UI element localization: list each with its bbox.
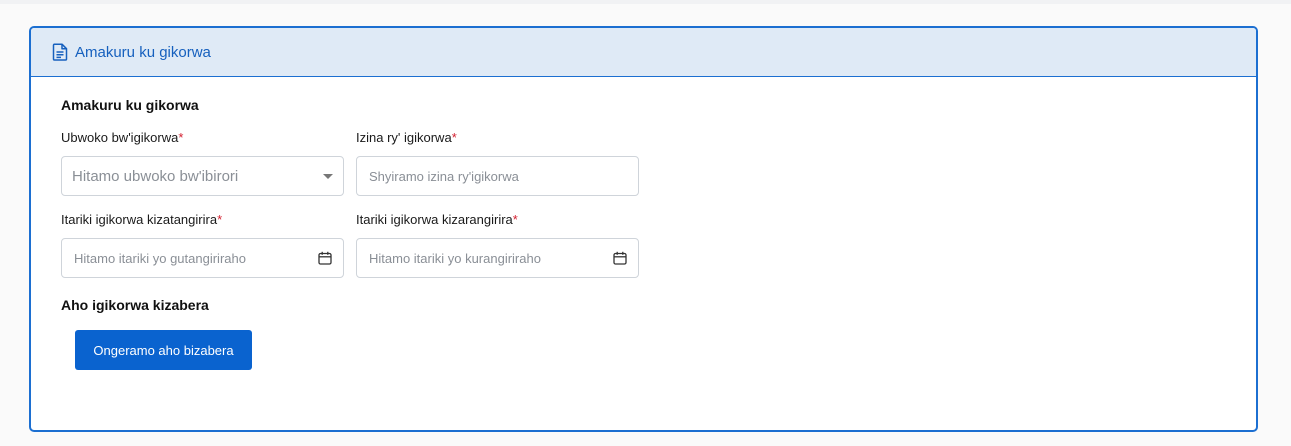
event-info-card: Amakuru ku gikorwa Amakuru ku gikorwa Ub…	[29, 26, 1258, 432]
end-date-label-text: Itariki igikorwa kizarangirira	[356, 212, 513, 227]
end-date-placeholder: Hitamo itariki yo kurangiriraho	[369, 250, 541, 266]
document-icon	[52, 43, 68, 61]
start-date-label: Itariki igikorwa kizatangirira*	[61, 212, 222, 227]
chevron-down-icon[interactable]	[323, 173, 333, 179]
card-header-title: Amakuru ku gikorwa	[75, 43, 211, 61]
calendar-icon[interactable]	[613, 251, 627, 265]
event-type-placeholder: Hitamo ubwoko bw'ibirori	[72, 167, 239, 185]
add-location-button[interactable]: Ongeramo aho bizabera	[75, 330, 252, 370]
calendar-icon[interactable]	[318, 251, 332, 265]
event-type-label: Ubwoko bw'igikorwa*	[61, 130, 183, 145]
event-type-select[interactable]: Hitamo ubwoko bw'ibirori	[61, 156, 344, 196]
location-section-title: Aho igikorwa kizabera	[61, 297, 209, 313]
required-mark: *	[178, 130, 184, 145]
required-mark: *	[512, 212, 518, 227]
card-header: Amakuru ku gikorwa	[31, 28, 1256, 77]
event-name-label-text: Izina ry' igikorwa	[356, 130, 452, 145]
required-mark: *	[217, 212, 223, 227]
event-info-section-title: Amakuru ku gikorwa	[61, 97, 199, 113]
event-name-placeholder: Shyiramo izina ry'igikorwa	[369, 168, 519, 184]
required-mark: *	[451, 130, 457, 145]
end-date-input[interactable]: Hitamo itariki yo kurangiriraho	[356, 238, 639, 278]
end-date-label: Itariki igikorwa kizarangirira*	[356, 212, 518, 227]
start-date-label-text: Itariki igikorwa kizatangirira	[61, 212, 218, 227]
start-date-input[interactable]: Hitamo itariki yo gutangiriraho	[61, 238, 344, 278]
event-type-label-text: Ubwoko bw'igikorwa	[61, 130, 179, 145]
top-bar	[0, 0, 1291, 4]
event-name-label: Izina ry' igikorwa*	[356, 130, 457, 145]
event-name-input[interactable]: Shyiramo izina ry'igikorwa	[356, 156, 639, 196]
start-date-placeholder: Hitamo itariki yo gutangiriraho	[74, 250, 246, 266]
